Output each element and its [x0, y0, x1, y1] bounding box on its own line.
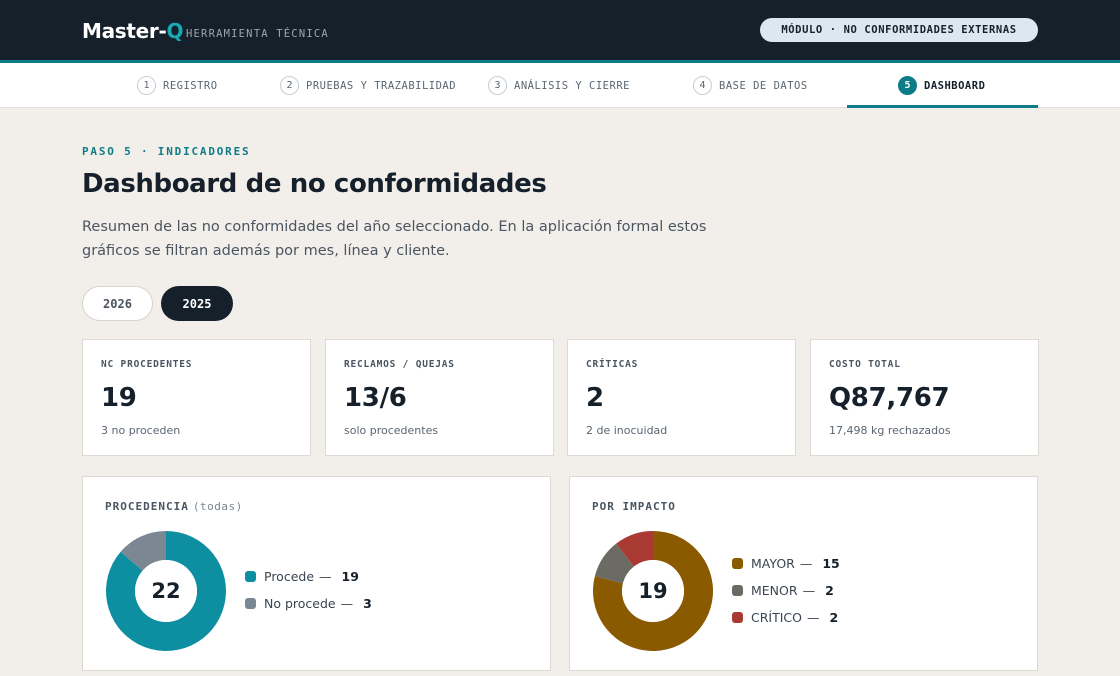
- chart-legend: Procede — 19 No procede — 3: [245, 563, 372, 617]
- kpi-label: RECLAMOS / QUEJAS: [344, 359, 455, 370]
- legend-count: 19: [341, 569, 359, 584]
- app-header: Master-Q HERRAMIENTA TÉCNICA MÓDULO · NO…: [0, 0, 1120, 60]
- legend-swatch: [732, 558, 743, 569]
- kpi-card-costo-total: COSTO TOTAL Q87,767 17,498 kg rechazados: [810, 339, 1039, 456]
- kpi-subtext: 3 no proceden: [101, 424, 181, 437]
- kpi-card-nc-procedentes: NC PROCEDENTES 19 3 no proceden: [82, 339, 311, 456]
- legend-count: 2: [825, 583, 834, 598]
- step-number: 4: [693, 76, 712, 95]
- chart-title: POR IMPACTO: [592, 500, 676, 513]
- step-tab-registro[interactable]: 1 REGISTRO: [137, 63, 218, 108]
- step-tab-pruebas[interactable]: 2 PRUEBAS Y TRAZABILIDAD: [280, 63, 456, 108]
- kpi-label: COSTO TOTAL: [829, 359, 901, 370]
- kpi-value: 13/6: [344, 383, 407, 413]
- module-badge: MÓDULO · NO CONFORMIDADES EXTERNAS: [760, 18, 1038, 42]
- brand-subtitle: HERRAMIENTA TÉCNICA: [186, 28, 329, 40]
- step-label: PRUEBAS Y TRAZABILIDAD: [306, 79, 457, 92]
- legend-count: 15: [822, 556, 840, 571]
- step-label: REGISTRO: [163, 79, 218, 92]
- chart-title-hint: (todas): [192, 500, 243, 513]
- legend-swatch: [732, 585, 743, 596]
- legend-separator: —: [340, 596, 354, 611]
- page-description: Resumen de las no conformidades del año …: [82, 219, 707, 259]
- donut-hole: [622, 560, 684, 622]
- legend-count: 3: [363, 596, 372, 611]
- legend-item: MAYOR — 15: [732, 550, 840, 577]
- step-tab-base-datos[interactable]: 4 BASE DE DATOS: [693, 63, 808, 108]
- chart-panel-impacto: POR IMPACTO 19 MAYOR —15 MENOR —2 CRÍTICO —2: [569, 476, 1038, 671]
- step-number: 1: [137, 76, 156, 95]
- kpi-subtext: 2 de inocuidad: [586, 424, 668, 437]
- chart-panel-procedencia: PROCEDENCIA (todas) 22 Procede —19 No proce…: [82, 476, 551, 671]
- step-eyebrow: PASO 5 · INDICADORES: [82, 145, 251, 158]
- step-label: BASE DE DATOS: [719, 79, 808, 92]
- legend-separator: —: [799, 556, 813, 571]
- step-label: ANÁLISIS Y CIERRE: [514, 79, 630, 92]
- chart-title: PROCEDENCIA (todas): [105, 500, 243, 513]
- legend-label: MENOR: [751, 583, 798, 598]
- legend-item: MENOR — 2: [732, 577, 840, 604]
- brand-name: Master-: [82, 19, 167, 43]
- legend-label: CRÍTICO: [751, 610, 802, 625]
- kpi-subtext: 17,498 kg rechazados: [829, 424, 951, 437]
- chart-legend: MAYOR —15 MENOR —2 CRÍTICO —2: [732, 550, 840, 631]
- legend-item: Procede — 19: [245, 563, 372, 590]
- legend-label: No procede: [264, 596, 336, 611]
- legend-swatch: [245, 571, 256, 582]
- step-tab-dashboard[interactable]: 5 DASHBOARD: [898, 63, 985, 108]
- legend-separator: —: [802, 583, 816, 598]
- legend-label: Procede: [264, 569, 315, 584]
- step-number: 5: [898, 76, 917, 95]
- brand-name-q: Q: [166, 19, 184, 43]
- step-tab-analisis[interactable]: 3 ANÁLISIS Y CIERRE: [488, 63, 630, 108]
- legend-count: 2: [829, 610, 839, 625]
- year-button-2025[interactable]: 2025: [161, 286, 233, 321]
- kpi-value: Q87,767: [829, 383, 950, 413]
- legend-swatch: [732, 612, 743, 623]
- chart-title-text: PROCEDENCIA: [105, 500, 189, 513]
- step-number: 3: [488, 76, 507, 95]
- legend-separator: —: [319, 569, 332, 584]
- chart-title-text: POR IMPACTO: [592, 500, 676, 513]
- kpi-card-criticas: CRÍTICAS 2 2 de inocuidad: [567, 339, 796, 456]
- kpi-value: 2: [586, 383, 604, 413]
- legend-item: CRÍTICO — 2: [732, 604, 840, 631]
- legend-item: No procede — 3: [245, 590, 372, 617]
- kpi-label: CRÍTICAS: [586, 359, 639, 370]
- page-title: Dashboard de no conformidades: [82, 169, 547, 199]
- legend-swatch: [245, 598, 256, 609]
- active-step-indicator: [847, 105, 1038, 108]
- donut-chart-impacto: [593, 531, 713, 651]
- legend-label: MAYOR: [751, 556, 795, 571]
- kpi-card-reclamos-quejas: RECLAMOS / QUEJAS 13/6 solo procedentes: [325, 339, 554, 456]
- step-label: DASHBOARD: [924, 79, 986, 92]
- donut-hole: [135, 560, 197, 622]
- step-nav: 1 REGISTRO 2 PRUEBAS Y TRAZABILIDAD 3 AN…: [0, 63, 1120, 108]
- kpi-value: 19: [101, 383, 137, 413]
- kpi-label: NC PROCEDENTES: [101, 359, 193, 370]
- year-button-2026[interactable]: 2026: [82, 286, 153, 321]
- step-number: 2: [280, 76, 299, 95]
- brand-logo[interactable]: Master-Q: [82, 19, 183, 43]
- kpi-subtext: solo procedentes: [344, 424, 439, 437]
- donut-chart-procedencia: [106, 531, 226, 651]
- legend-separator: —: [807, 610, 820, 625]
